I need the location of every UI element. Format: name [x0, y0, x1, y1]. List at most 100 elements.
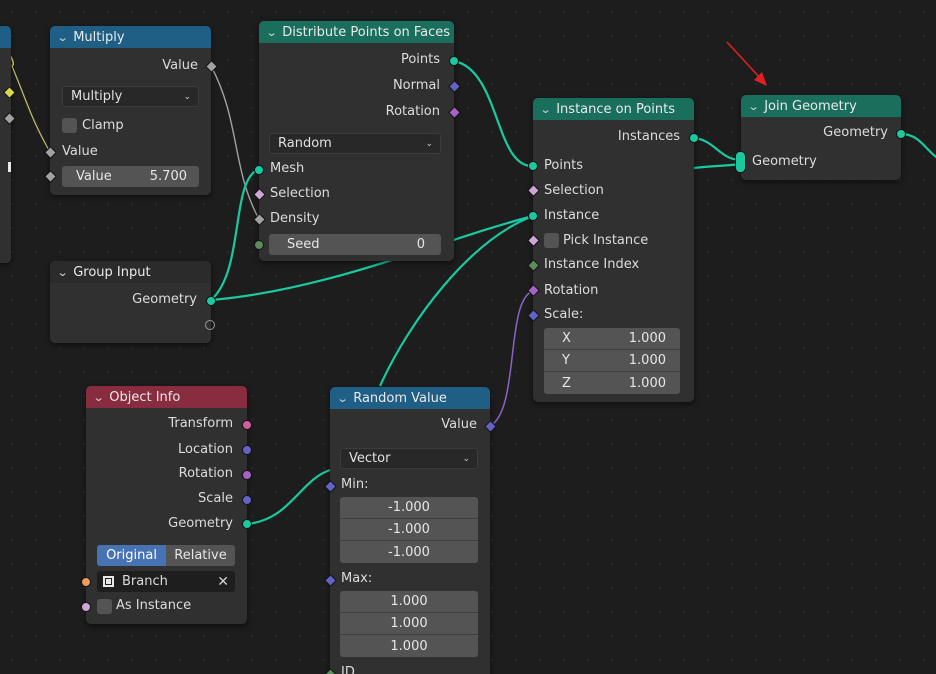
- output-socket-geometry[interactable]: [242, 519, 252, 529]
- link-instances-join: [693, 136, 742, 162]
- partial-gray-socket[interactable]: [3, 112, 16, 125]
- mode-relative-button[interactable]: Relative: [166, 545, 235, 566]
- input-socket-instance-index[interactable]: [527, 259, 540, 272]
- mode-original-button[interactable]: Original: [97, 545, 166, 566]
- node-distribute-points[interactable]: ⌄ Distribute Points on Faces Points Norm…: [253, 21, 461, 261]
- node-title: Join Geometry: [764, 98, 857, 114]
- link-multiply-density: [210, 65, 260, 220]
- input-socket-geometry-multi[interactable]: [735, 151, 746, 173]
- max-vector-field[interactable]: 1.000 1.000 1.000: [340, 591, 478, 657]
- chevron-down-icon[interactable]: ⌄: [748, 100, 760, 113]
- input-socket-density[interactable]: [253, 213, 266, 226]
- seed-field[interactable]: Seed 0: [269, 234, 441, 255]
- min-x-field[interactable]: -1.000: [340, 497, 478, 519]
- output-socket-value[interactable]: [205, 60, 218, 73]
- input-socket-mesh[interactable]: [254, 165, 264, 175]
- input-socket-scale[interactable]: [527, 309, 540, 322]
- scale-vector-field[interactable]: X 1.000 Y 1.000 Z 1.000: [544, 328, 680, 394]
- output-label-instances: Instances: [617, 129, 680, 144]
- as-instance-checkbox[interactable]: [97, 599, 112, 614]
- input-socket-max[interactable]: [324, 574, 337, 587]
- node-object-info[interactable]: ⌄ Object Info Transform Location Rotatio…: [81, 386, 252, 624]
- chevron-down-icon[interactable]: ⌄: [266, 26, 278, 39]
- input-socket-value-2[interactable]: [44, 170, 57, 183]
- min-z-field[interactable]: -1.000: [340, 541, 478, 563]
- input-socket-pick-instance[interactable]: [527, 234, 540, 247]
- link-points-to-iop: [453, 59, 534, 168]
- node-title: Random Value: [353, 390, 447, 406]
- max-x-field[interactable]: 1.000: [340, 591, 478, 613]
- value-field[interactable]: Value 5.700: [62, 166, 199, 187]
- node-header-instance-on-points[interactable]: ⌄ Instance on Points: [533, 98, 694, 120]
- chevron-down-icon[interactable]: ⌄: [337, 392, 349, 405]
- max-y-field[interactable]: 1.000: [340, 613, 478, 635]
- input-socket-rotation[interactable]: [527, 284, 540, 297]
- input-socket-min[interactable]: [324, 480, 337, 493]
- input-label-instance: Instance: [544, 208, 600, 223]
- link-left-to-multiply: [11, 65, 51, 153]
- input-label-id: ID: [341, 665, 355, 674]
- input-socket-points[interactable]: [528, 161, 538, 171]
- transform-space-toggle[interactable]: Original Relative: [97, 545, 235, 566]
- input-socket-value[interactable]: [44, 146, 57, 159]
- input-socket-as-instance[interactable]: [81, 602, 91, 612]
- distribute-mode-dropdown[interactable]: Random ⌄: [269, 133, 441, 154]
- output-socket-instances[interactable]: [689, 133, 699, 143]
- data-type-dropdown[interactable]: Vector ⌄: [340, 448, 478, 469]
- chevron-down-icon[interactable]: ⌄: [57, 31, 69, 44]
- link-randomvalue-rotation: [489, 290, 534, 427]
- input-socket-id[interactable]: [324, 668, 337, 674]
- scale-y-field[interactable]: Y 1.000: [544, 350, 680, 372]
- input-socket-seed[interactable]: [254, 240, 264, 250]
- node-instance-on-points[interactable]: ⌄ Instance on Points Instances Points Se…: [527, 98, 699, 402]
- chevron-down-icon[interactable]: ⌄: [93, 391, 105, 404]
- node-title: Object Info: [109, 389, 181, 405]
- node-join-geometry[interactable]: ⌄ Join Geometry Geometry Geometry: [735, 95, 906, 180]
- output-socket-geometry[interactable]: [896, 129, 906, 139]
- input-label-value: Value: [62, 144, 98, 159]
- node-group-input[interactable]: ⌄ Group Input Geometry: [50, 261, 216, 343]
- output-socket-location[interactable]: [242, 445, 252, 455]
- scale-z-field[interactable]: Z 1.000: [544, 372, 680, 394]
- output-socket-rotation[interactable]: [242, 470, 252, 480]
- output-socket-value[interactable]: [484, 420, 497, 433]
- partial-node-left[interactable]: [0, 26, 16, 263]
- min-vector-field[interactable]: -1.000 -1.000 -1.000: [340, 497, 478, 563]
- node-random-value[interactable]: ⌄ Random Value Value Vector ⌄ Min: -1.000…: [324, 387, 497, 674]
- output-socket-rotation[interactable]: [448, 106, 461, 119]
- close-icon[interactable]: ✕: [217, 574, 229, 590]
- partial-yellow-socket[interactable]: [3, 86, 16, 99]
- input-socket-instance[interactable]: [528, 211, 538, 221]
- output-socket-points[interactable]: [449, 56, 459, 66]
- link-join-out: [900, 132, 936, 159]
- output-socket-geometry[interactable]: [206, 296, 216, 306]
- pick-instance-checkbox[interactable]: [544, 233, 559, 248]
- scale-x-field[interactable]: X 1.000: [544, 328, 680, 350]
- chevron-down-icon[interactable]: ⌄: [540, 103, 552, 116]
- node-header-random-value[interactable]: ⌄ Random Value: [330, 387, 490, 409]
- max-z-field[interactable]: 1.000: [340, 635, 478, 657]
- node-header-object-info[interactable]: ⌄ Object Info: [86, 386, 247, 408]
- input-label-scale: Scale:: [544, 307, 584, 322]
- output-socket-scale[interactable]: [242, 495, 252, 505]
- node-header-join-geometry[interactable]: ⌄ Join Geometry: [741, 95, 901, 117]
- input-socket-object[interactable]: [81, 577, 91, 587]
- output-socket-empty[interactable]: [205, 320, 215, 330]
- node-editor-canvas[interactable]: ⌄ Multiply Value Multiply ⌄ Clamp Value V…: [0, 0, 936, 674]
- output-socket-normal[interactable]: [448, 80, 461, 93]
- input-socket-selection[interactable]: [253, 188, 266, 201]
- input-socket-selection[interactable]: [527, 184, 540, 197]
- operation-dropdown[interactable]: Multiply ⌄: [62, 86, 199, 107]
- input-label-density: Density: [270, 211, 320, 226]
- output-socket-transform[interactable]: [242, 420, 252, 430]
- node-header-distribute[interactable]: ⌄ Distribute Points on Faces: [259, 21, 454, 43]
- node-header-group-input[interactable]: ⌄ Group Input: [50, 261, 211, 283]
- object-field[interactable]: Branch ✕: [97, 571, 235, 592]
- chevron-down-icon[interactable]: ⌄: [57, 266, 69, 279]
- output-label-geometry: Geometry: [168, 516, 233, 531]
- node-multiply[interactable]: ⌄ Multiply Value Multiply ⌄ Clamp Value V…: [44, 26, 218, 195]
- input-label-max: Max:: [341, 571, 373, 586]
- node-header-multiply[interactable]: ⌄ Multiply: [50, 26, 211, 48]
- clamp-checkbox[interactable]: [62, 118, 77, 133]
- min-y-field[interactable]: -1.000: [340, 519, 478, 541]
